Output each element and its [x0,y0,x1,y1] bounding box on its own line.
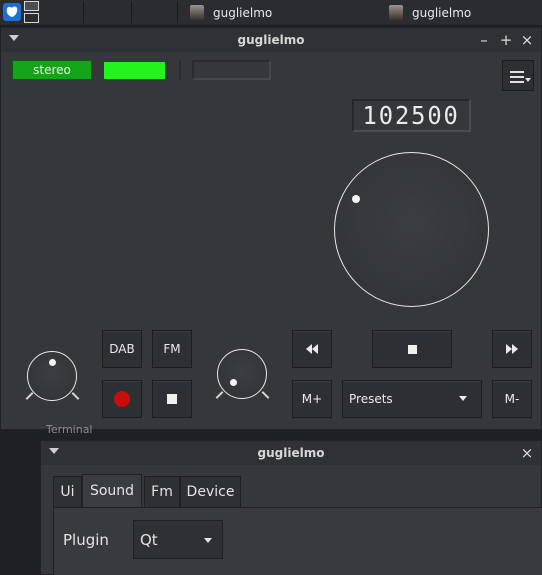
tab-fm[interactable]: Fm [144,476,180,507]
presets-label: Presets [349,392,393,406]
plugin-value: Qt [140,530,158,549]
stereo-indicator: stereo [12,60,92,80]
kde-launcher-icon[interactable] [3,3,21,21]
scan-stop-button[interactable] [372,330,452,368]
taskbar-task-1[interactable]: guglielmo [190,2,272,23]
frequency-display: 102500 [352,99,471,132]
taskbar-task-2[interactable]: guglielmo [389,2,471,23]
taskbar-slot [138,2,178,23]
knob-position-marker [49,359,56,366]
tab-panel-sound [53,507,542,575]
seek-forward-icon [506,344,518,354]
taskbar-task-label: guglielmo [213,5,273,20]
record-icon [114,391,130,407]
stop-icon [407,344,417,354]
kde-logo-icon [6,6,18,17]
dial-position-marker [352,195,360,203]
knob-max-tick [71,392,80,400]
window-title: guglielmo [257,446,325,460]
plugin-select[interactable]: Qt [133,520,223,559]
tab-ui[interactable]: Ui [53,476,82,507]
background-window-label: Terminal [46,423,93,436]
chevron-down-icon [204,538,212,543]
tab-device[interactable]: Device [180,476,241,507]
plugin-label: Plugin [63,531,109,549]
radio-titlebar[interactable]: guglielmo – + × [1,28,541,52]
memory-remove-button[interactable]: M- [492,380,532,418]
taskbar-task-label: guglielmo [412,5,472,20]
volume-knob[interactable] [27,351,77,401]
settings-titlebar[interactable]: guglielmo × [41,441,541,465]
knob-min-tick [25,392,34,400]
desktop-2[interactable] [24,13,39,23]
radio-window: guglielmo – + × stereo 102500 DAB FM M+ … [0,27,542,430]
user-avatar-icon [190,4,204,21]
taskbar-slot [44,2,84,23]
virtual-desktop-pager[interactable] [24,1,41,24]
window-title: guglielmo [237,33,305,47]
window-menu-icon[interactable] [49,448,59,454]
seek-backward-button[interactable] [292,330,332,368]
desktop-1[interactable] [24,1,39,11]
memory-add-button[interactable]: M+ [292,380,332,418]
stop-icon [167,394,177,404]
seek-forward-button[interactable] [492,330,532,368]
maximize-button[interactable]: + [498,31,514,49]
taskbar: guglielmo guglielmo [0,0,542,26]
seek-backward-icon [306,344,318,354]
gain-knob[interactable] [217,349,267,399]
knob-position-marker [230,379,237,386]
taskbar-slot [92,2,132,23]
settings-window: guglielmo × Ui Sound Fm Device Plugin Qt [40,440,542,575]
knob-min-tick [215,391,224,399]
signal-indicator [104,62,165,79]
close-button[interactable]: × [519,31,535,49]
status-indicator-empty [192,60,271,80]
indicator-separator [169,60,181,80]
fm-button[interactable]: FM [152,330,192,368]
minimize-button[interactable]: – [476,31,492,49]
window-menu-icon[interactable] [9,35,19,41]
frequency-value: 102500 [362,101,461,130]
knob-max-tick [261,391,270,399]
presets-dropdown[interactable]: Presets [342,380,482,418]
chevron-down-icon [459,396,467,401]
close-button[interactable]: × [519,444,535,462]
tuning-dial[interactable] [334,152,489,307]
stop-button[interactable] [152,380,192,418]
dab-button[interactable]: DAB [102,330,142,368]
user-avatar-icon [389,4,403,21]
record-button[interactable] [102,380,142,418]
tab-sound[interactable]: Sound [82,474,142,507]
hamburger-menu-icon[interactable] [502,60,534,91]
